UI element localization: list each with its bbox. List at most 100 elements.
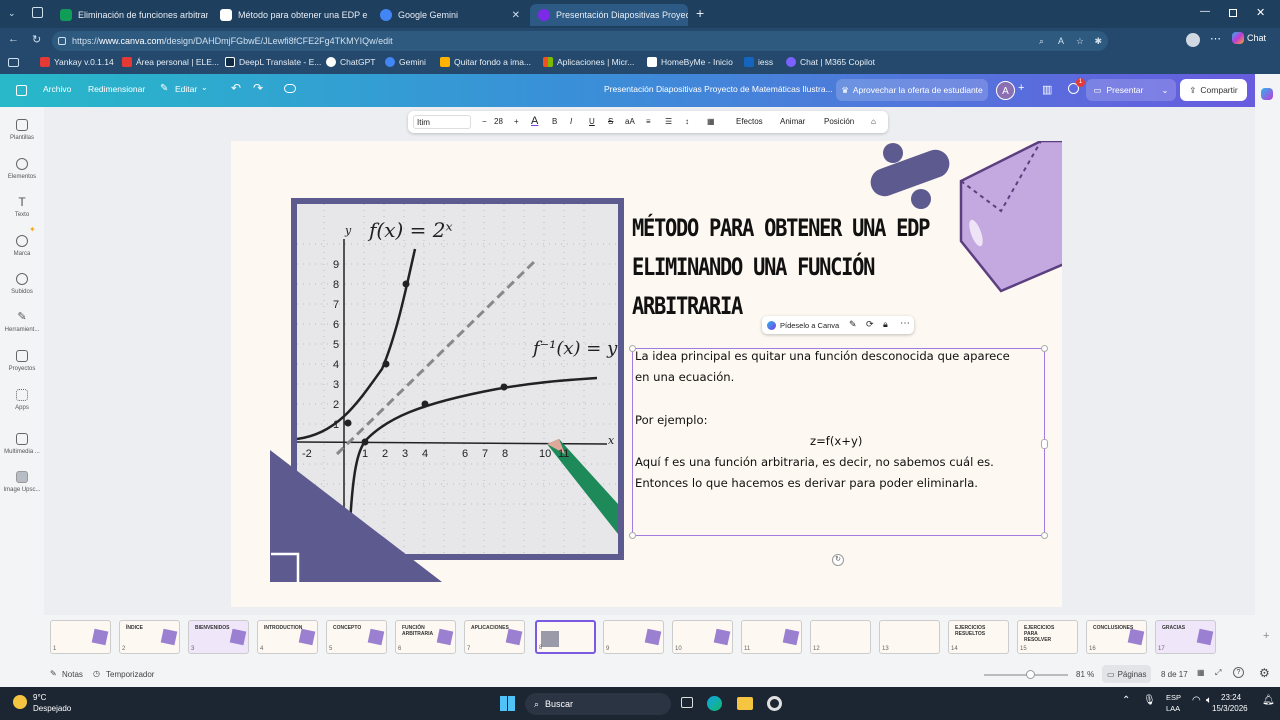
chevron-up-icon[interactable]: ⌃ <box>1122 695 1130 706</box>
reload-icon[interactable]: ↻ <box>32 33 41 46</box>
animate-button[interactable]: Animar <box>780 117 805 126</box>
add-panel-icon[interactable]: + <box>1263 630 1269 642</box>
bookmark-item[interactable]: ChatGPT <box>326 57 375 67</box>
slide-thumbnail[interactable]: 13 <box>879 620 940 654</box>
slide-thumbnail[interactable]: 9 <box>603 620 664 654</box>
align-icon[interactable]: ≡ <box>646 117 651 126</box>
position-button[interactable]: Posición <box>824 117 854 126</box>
add-collaborator-icon[interactable]: + <box>1018 82 1024 94</box>
italic-button[interactable]: I <box>570 117 572 126</box>
slide-thumbnail[interactable]: 12 <box>810 620 871 654</box>
resize-handle[interactable] <box>629 345 636 352</box>
slide-thumbnail[interactable]: GRACIAS 17 <box>1155 620 1216 654</box>
slide-canvas[interactable]: f(x) = 2ˣ f⁻¹(x) = y y x 9 8 7 6 5 4 3 2… <box>231 141 1062 607</box>
extensions-icon[interactable]: ✱ <box>1094 31 1102 51</box>
user-avatar[interactable]: A <box>996 81 1015 100</box>
bookmark-item[interactable]: Aplicaciones | Micr... <box>543 57 634 67</box>
browser-menu-icon[interactable]: ⋯ <box>1210 32 1221 45</box>
chevron-down-icon[interactable]: ⌄ <box>201 83 208 92</box>
slide-thumbnail[interactable]: ÍNDICE 2 <box>119 620 180 654</box>
edge-sidebar-copilot-icon[interactable] <box>1261 88 1273 100</box>
bookmark-item[interactable]: DeepL Translate - E... <box>225 57 321 67</box>
slide-thumbnail[interactable]: 1 <box>50 620 111 654</box>
windows-start-icon[interactable] <box>500 696 515 711</box>
slide-thumbnail[interactable]: 11 <box>741 620 802 654</box>
bookmark-item[interactable]: Gemini <box>385 57 426 67</box>
sidebar-item-image-upscaler[interactable]: Image Upsc... <box>0 471 44 493</box>
task-view-icon[interactable] <box>681 697 693 708</box>
sidebar-item-elements[interactable]: Elementos <box>0 158 44 180</box>
sidebar-item-uploads[interactable]: Subidos <box>0 273 44 295</box>
bookmark-item[interactable]: iess <box>744 57 773 67</box>
refresh-icon[interactable]: ⟳ <box>866 319 874 330</box>
back-icon[interactable]: ← <box>8 33 19 45</box>
resize-handle[interactable] <box>1041 532 1048 539</box>
strikethrough-button[interactable]: S <box>608 117 613 126</box>
copilot-chat-button[interactable]: Chat <box>1232 32 1266 44</box>
text-color-button[interactable]: A <box>531 115 538 127</box>
browser-tab-1[interactable]: Eliminación de funciones arbitraria ✕ <box>52 4 208 26</box>
insights-icon[interactable]: ▥ <box>1042 83 1052 96</box>
browser-tab-2[interactable]: Método para obtener una EDP eli ✕ <box>212 4 368 26</box>
magic-write-icon[interactable]: ✎ <box>849 319 857 330</box>
file-explorer-icon[interactable] <box>737 697 753 710</box>
ask-canva-button[interactable]: Pídeselo a Canva <box>780 321 839 330</box>
bookmark-item[interactable]: HomeByMe - Inicio <box>647 57 733 67</box>
underline-button[interactable]: U <box>589 117 595 126</box>
chrome-icon[interactable] <box>767 696 782 711</box>
wifi-icon[interactable]: ◠ <box>1192 695 1201 706</box>
letter-case-button[interactable]: aA <box>625 117 635 126</box>
grid-view-icon[interactable]: ▦ <box>1197 668 1205 677</box>
notes-button[interactable]: Notas <box>62 670 83 679</box>
bold-button[interactable]: B <box>552 117 557 126</box>
slide-thumbnail[interactable]: APLICACIONES 7 <box>464 620 525 654</box>
bookmark-item[interactable]: Chat | M365 Copilot <box>786 57 875 67</box>
present-button[interactable]: ▭ Presentar ⌄ <box>1086 79 1176 101</box>
settings-gear-icon[interactable]: ⚙ <box>1259 666 1270 680</box>
slide-thumbnail[interactable]: BIENVENIDOS 3 <box>188 620 249 654</box>
pages-button[interactable]: ▭ Páginas <box>1102 665 1152 683</box>
share-button[interactable]: ⇪ Compartir <box>1180 79 1247 101</box>
redo-icon[interactable]: ↷ <box>253 81 263 95</box>
zoom-level[interactable]: 81 % <box>1076 670 1094 679</box>
zoom-icon[interactable]: ⌕ <box>1039 31 1044 51</box>
document-title[interactable]: Presentación Diapositivas Proyecto de Ma… <box>604 84 833 94</box>
edit-menu[interactable]: Editar <box>175 84 197 94</box>
zoom-slider[interactable] <box>984 670 1068 679</box>
effects-button[interactable]: Efectos <box>736 117 763 126</box>
list-icon[interactable]: ☰ <box>665 117 672 126</box>
resize-handle[interactable] <box>629 532 636 539</box>
slide-thumbnail[interactable]: INTRODUCTION 4 <box>257 620 318 654</box>
edge-browser-icon[interactable] <box>707 696 722 711</box>
paint-format-icon[interactable]: ⌂ <box>871 117 876 126</box>
spacing-icon[interactable]: ↕ <box>685 117 689 126</box>
slide-title[interactable]: MÉTODO PARA OBTENER UNA EDP ELIMINANDO U… <box>632 209 930 326</box>
more-options-icon[interactable]: ⋯ <box>900 318 910 329</box>
tab-list-icon[interactable]: ⌄ <box>8 8 16 19</box>
clock-time[interactable]: 23:24 <box>1221 693 1241 702</box>
slide-thumbnail[interactable]: 10 <box>672 620 733 654</box>
slide-thumbnail[interactable]: FUNCIÓN ARBITRARIA 6 <box>395 620 456 654</box>
sidebar-item-multimedia[interactable]: Multimedia ... <box>0 433 44 455</box>
student-offer-button[interactable]: ♛ Aprovechar la oferta de estudiante <box>836 79 988 101</box>
profile-avatar[interactable] <box>1186 33 1200 47</box>
cloud-save-icon[interactable] <box>284 84 296 93</box>
home-icon[interactable] <box>16 85 27 96</box>
increase-font-button[interactable]: + <box>514 117 519 126</box>
timer-button[interactable]: Temporizador <box>106 670 154 679</box>
microphone-icon[interactable]: 🎙︎ <box>1143 695 1156 706</box>
bookmark-item[interactable]: Yankay v.0.1.14 <box>40 57 114 67</box>
transparency-icon[interactable]: ▦ <box>707 117 715 126</box>
slide-thumbnail[interactable]: CONCLUSIONES 16 <box>1086 620 1147 654</box>
sidebar-item-templates[interactable]: Plantillas <box>0 119 44 141</box>
undo-icon[interactable]: ↶ <box>231 81 241 95</box>
slide-thumbnail[interactable]: CONCEPTO 5 <box>326 620 387 654</box>
site-info-icon[interactable] <box>58 37 66 45</box>
new-tab-icon[interactable]: + <box>696 5 704 21</box>
close-window-icon[interactable]: ✕ <box>1256 6 1265 19</box>
resize-handle[interactable] <box>1041 345 1048 352</box>
font-family-select[interactable]: Itim <box>413 115 471 129</box>
collections-icon[interactable] <box>32 7 43 18</box>
resize-handle[interactable] <box>1041 439 1048 449</box>
minimize-icon[interactable]: — <box>1200 6 1210 17</box>
